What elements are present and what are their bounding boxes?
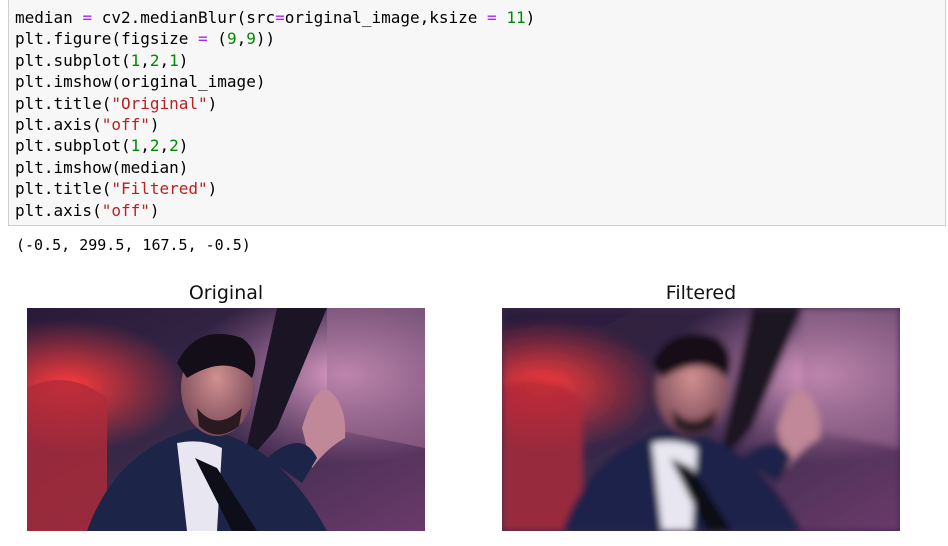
original-image: [27, 308, 425, 531]
code-line: median = cv2.medianBlur(src=original_ima…: [15, 8, 536, 27]
code-line: plt.subplot(1,2,1): [15, 50, 189, 70]
code-line: plt.subplot(1,2,2): [15, 136, 189, 156]
filtered-image: [502, 308, 900, 531]
code-line: plt.axis("off"): [15, 115, 160, 135]
code-line: plt.imshow(original_image): [15, 72, 266, 92]
code-line: plt.figure(figsize = (9,9)): [15, 29, 276, 49]
cell-output-text: (-0.5, 299.5, 167.5, -0.5): [16, 236, 251, 254]
subplot-filtered: Filtered: [502, 280, 900, 531]
code-line: plt.imshow(median): [15, 157, 189, 177]
code-line: plt.title("Original"): [15, 93, 218, 113]
subplot-title-filtered: Filtered: [665, 282, 737, 304]
subplot-title-original: Original: [188, 282, 264, 304]
subplot-original: Original: [27, 280, 425, 531]
code-line: plt.axis("off"): [15, 200, 160, 220]
code-editor[interactable]: median = cv2.medianBlur(src=original_ima…: [15, 7, 535, 221]
code-cell-input[interactable]: median = cv2.medianBlur(src=original_ima…: [8, 0, 946, 226]
code-line: plt.title("Filtered"): [15, 179, 218, 199]
